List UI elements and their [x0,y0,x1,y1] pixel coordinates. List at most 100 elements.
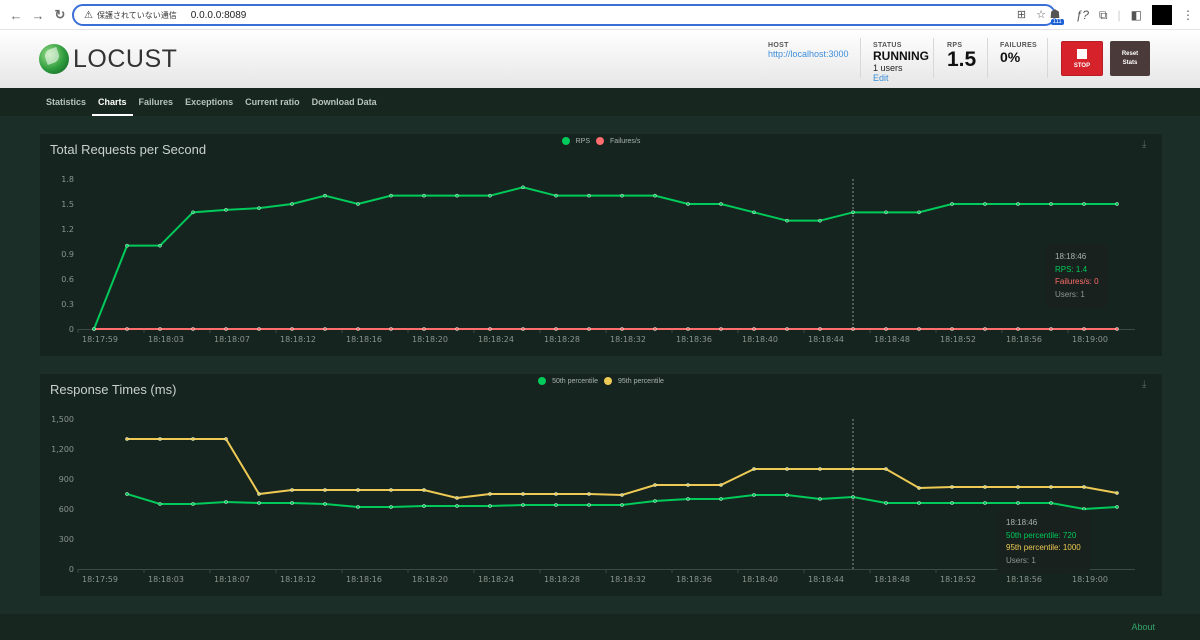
url-text[interactable]: 0.0.0.0:8089 [191,10,247,21]
data-point [1082,202,1086,206]
tab-current-ratio[interactable]: Current ratio [239,88,306,116]
reset-stats-button[interactable]: Reset Stats [1110,41,1150,76]
extension-icon[interactable]: ☗ 111 [1050,7,1066,25]
tab-download-data[interactable]: Download Data [306,88,383,116]
x-tick-label: 18:19:00 [1072,575,1108,584]
tooltip-users: Users: 1 [1006,555,1036,565]
data-point [422,193,426,198]
x-tick-label: 18:18:24 [478,335,514,344]
data-point [620,327,624,331]
reset-label-line2: Stats [1122,59,1138,66]
data-point [389,505,393,509]
locust-logo[interactable]: LOCUST [39,44,177,74]
bookmark-star-icon[interactable]: ☆ [1036,8,1046,21]
forward-icon[interactable]: → [28,5,48,25]
data-point [257,327,261,331]
footer: About [0,614,1200,640]
data-point [224,207,228,212]
charts-page: RPS Failures/s Total Requests per Second… [0,116,1200,614]
data-point [818,327,822,331]
stop-button[interactable]: STOP [1061,41,1103,76]
host-link[interactable]: http://localhost:3000 [768,49,849,59]
data-point [323,488,327,492]
data-point [785,327,789,331]
data-point [224,500,228,504]
data-point [587,503,591,507]
data-point [686,202,690,206]
x-tick-label: 18:18:40 [742,335,778,344]
data-point [158,502,162,506]
about-link[interactable]: About [1131,622,1155,632]
insecure-label[interactable]: 保護されていない通信 [97,10,177,21]
data-point [455,193,459,198]
browser-toolbar: ← → ↻ ⚠ 保護されていない通信 0.0.0.0:8089 ⊞ ☆ ☗ 11… [0,0,1200,30]
function-extension-icon[interactable]: ƒ? [1076,8,1089,22]
side-panel-icon[interactable]: ◧ [1131,8,1142,22]
x-tick-label: 18:18:48 [874,575,910,584]
stop-label: STOP [1073,62,1091,69]
data-point [488,492,492,496]
data-point [257,501,261,505]
data-point [290,327,294,331]
tab-charts[interactable]: Charts [92,88,133,116]
data-point [851,210,855,215]
reload-icon[interactable]: ↻ [50,5,70,25]
data-point [851,327,855,331]
data-point [686,483,690,487]
data-point [1016,485,1020,489]
data-point [1016,327,1020,331]
x-tick-label: 18:18:44 [808,575,844,584]
data-point [488,193,492,198]
data-point [818,467,822,471]
x-tick-label: 18:18:16 [346,575,382,584]
data-point [92,327,96,331]
tab-failures[interactable]: Failures [133,88,180,116]
x-tick-label: 18:18:32 [610,335,646,344]
data-point [521,503,525,507]
data-point [752,467,756,471]
data-point [290,488,294,492]
tooltip-failures: Failures/s: 0 [1055,277,1099,286]
data-point [323,502,327,506]
app-header: LOCUST HOST http://localhost:3000 STATUS… [0,30,1200,88]
reset-label-line1: Reset [1121,50,1139,57]
data-point [422,488,426,492]
response-times-chart-panel: 50th percentile 95th percentile Response… [40,374,1162,596]
x-tick-label: 18:19:00 [1072,335,1108,344]
address-bar[interactable]: ⚠ 保護されていない通信 0.0.0.0:8089 ⊞ ☆ [72,4,1056,26]
x-tick-label: 18:18:44 [808,335,844,344]
x-tick-label: 18:17:59 [82,335,118,344]
data-point [818,218,822,223]
data-point [983,327,987,331]
edit-users-link[interactable]: Edit [873,73,929,83]
back-icon[interactable]: ← [6,5,26,25]
response-times-tooltip: 18:18:46 50th percentile: 720 95th perce… [997,510,1090,574]
profile-avatar[interactable] [1152,5,1172,25]
x-tick-label: 18:18:36 [676,335,712,344]
puzzle-extensions-icon[interactable]: ⧉ [1099,8,1108,23]
data-point [1082,327,1086,331]
x-tick-label: 18:18:03 [148,335,184,344]
data-point [917,210,921,215]
menu-kebab-icon[interactable]: ⋮ [1182,8,1194,22]
y-tick-label: 0 [69,325,74,334]
y-tick-label: 0.3 [61,300,74,309]
data-point [884,501,888,505]
tab-exceptions[interactable]: Exceptions [179,88,239,116]
y-tick-label: 1,200 [51,445,74,454]
data-point [587,327,591,331]
data-point [554,327,558,331]
x-tick-label: 18:18:48 [874,335,910,344]
locust-logo-icon [39,44,69,74]
x-tick-label: 18:18:40 [742,575,778,584]
data-point [455,496,459,500]
data-point [1016,202,1020,206]
header-divider [987,38,988,78]
status-label: STATUS [873,42,902,49]
x-tick-label: 18:18:52 [940,575,976,584]
y-tick-label: 1.8 [61,175,74,184]
translate-icon[interactable]: ⊞ [1017,8,1026,21]
series-line-rps [93,186,1117,330]
tab-statistics[interactable]: Statistics [40,88,92,116]
data-point [653,483,657,487]
